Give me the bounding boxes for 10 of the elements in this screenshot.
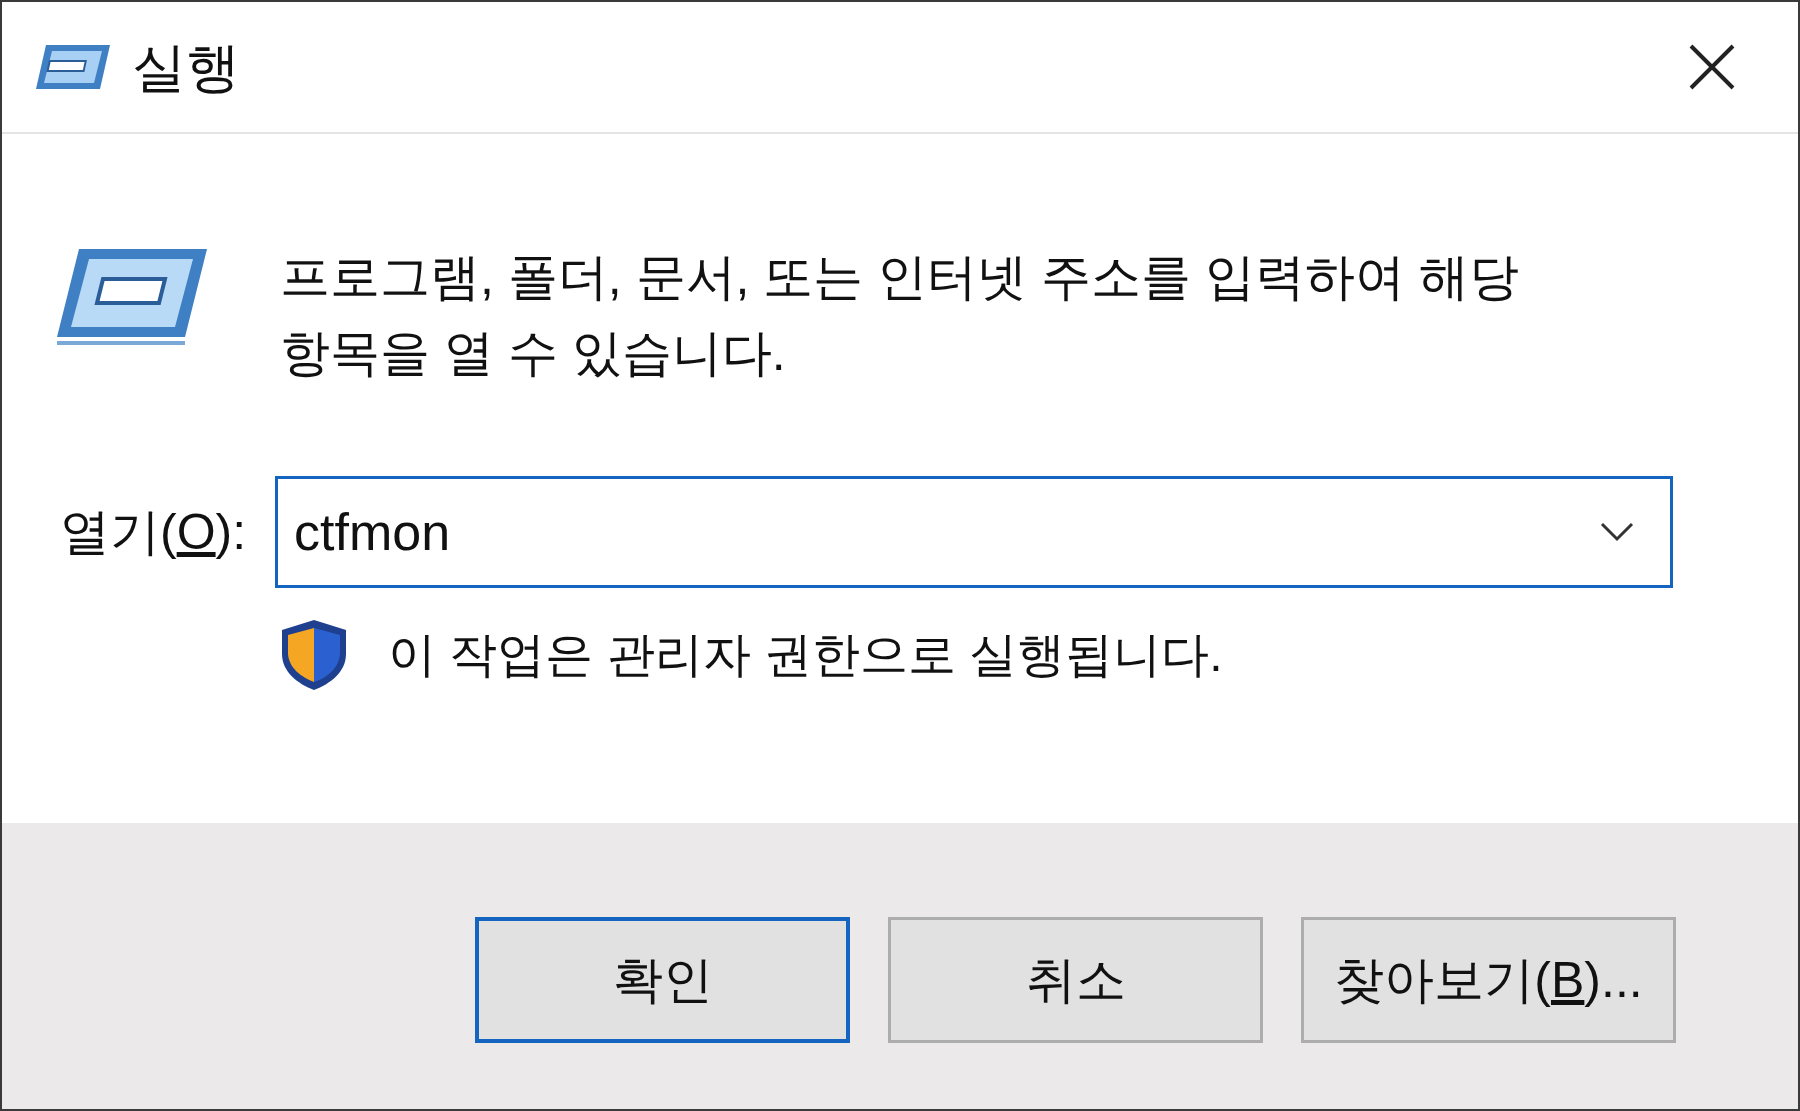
shield-icon	[280, 618, 348, 692]
dropdown-icon[interactable]	[1600, 522, 1634, 542]
dialog-button[interactable]: 취소	[888, 917, 1263, 1043]
dialog-button[interactable]: 확인	[475, 917, 850, 1043]
dialog-button[interactable]: 찾아보기(B)...	[1301, 917, 1676, 1043]
open-combobox[interactable]: ctfmon	[275, 476, 1673, 588]
open-label: 열기(O):	[60, 502, 248, 562]
admin-note: 이 작업은 관리자 권한으로 실행됩니다.	[388, 627, 1223, 683]
window-title: 실행	[132, 35, 240, 99]
description-text: 프로그램, 폴더, 문서, 또는 인터넷 주소를 입력하여 해당 항목을 열 수 있습니다.	[280, 248, 1519, 383]
